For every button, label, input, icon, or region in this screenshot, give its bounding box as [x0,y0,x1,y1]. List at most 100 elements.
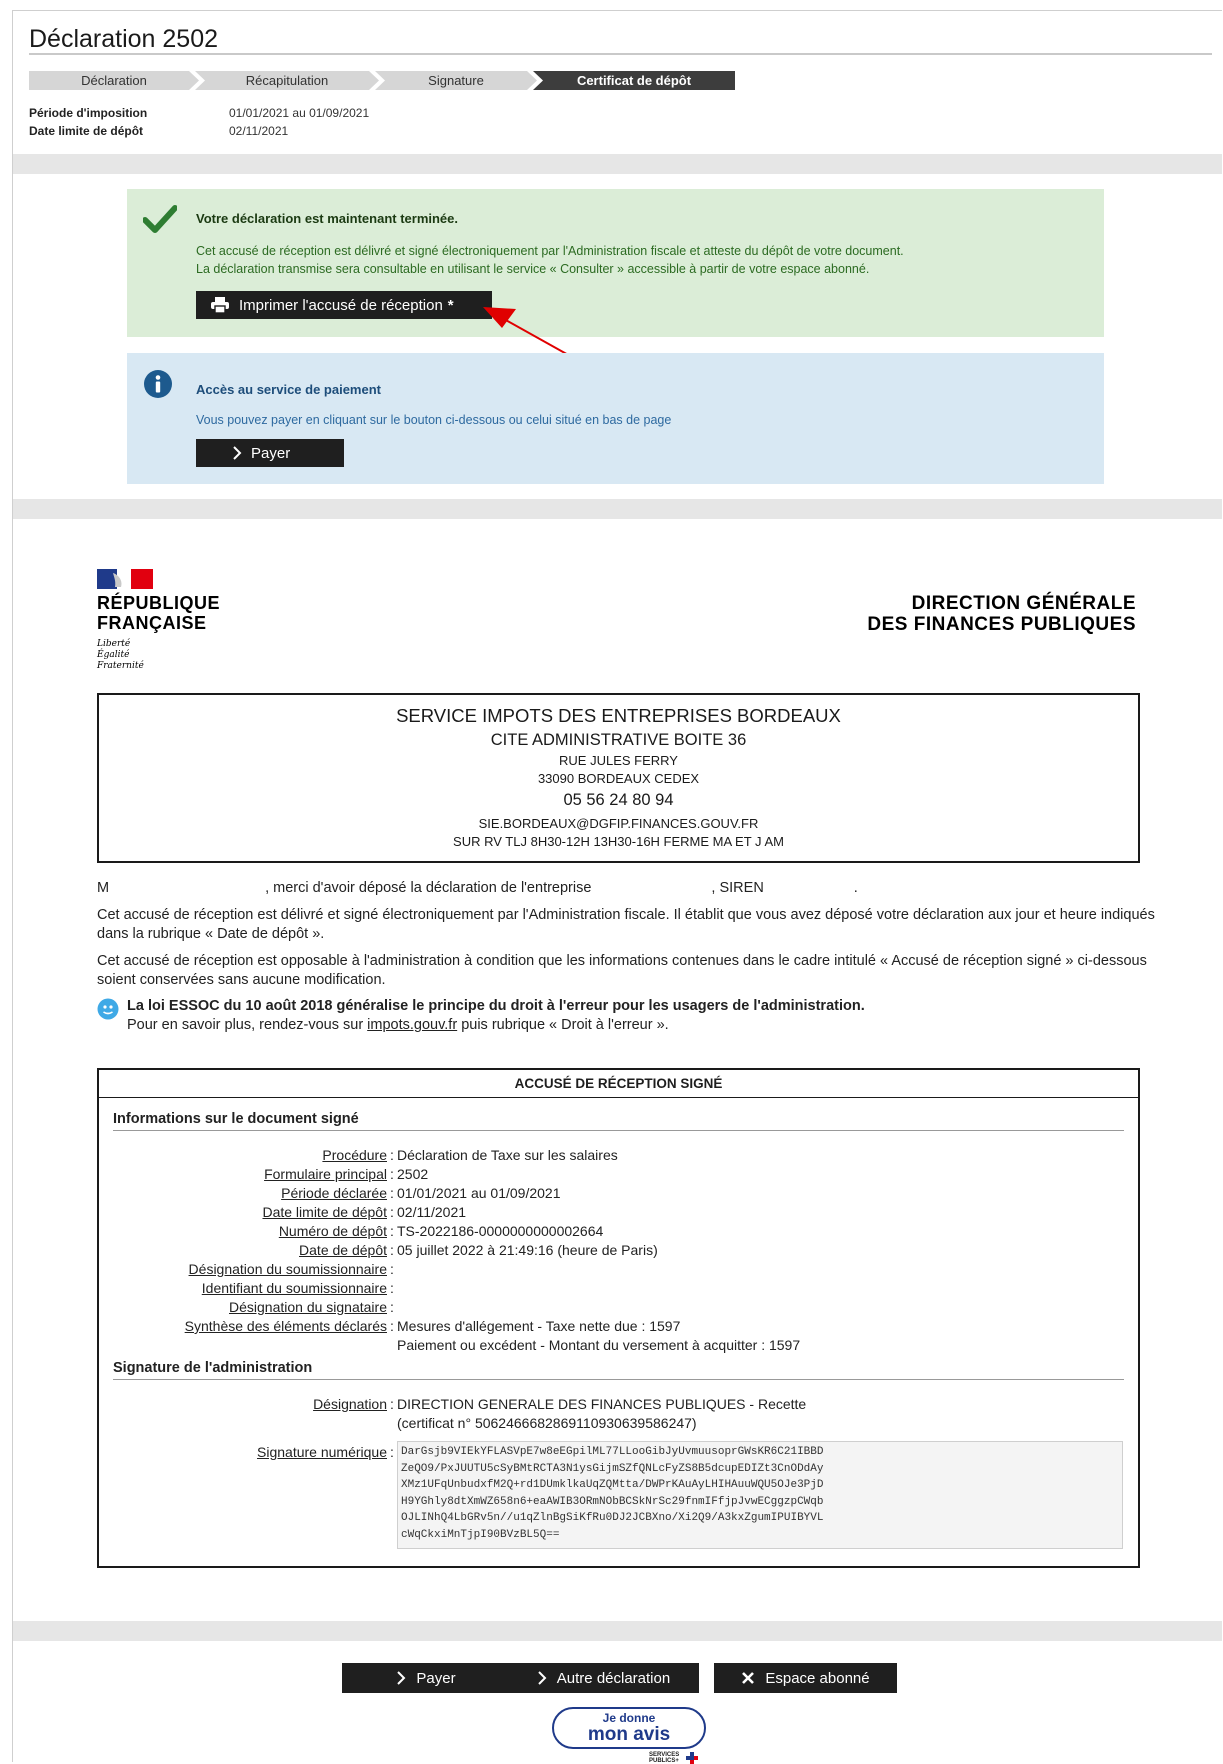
row-numero-depot: Numéro de dépôt: TS-2022186-0000000000002… [99,1222,1138,1241]
value-certificat: (certificat n° 5062466682869110930639586… [397,1415,697,1431]
step-declaration: Déclaration [29,71,199,90]
logo-motto: Liberté Égalité Fraternité [97,639,144,672]
separator-band-3 [13,1621,1222,1641]
feedback-button[interactable]: Je donne mon avis [552,1707,706,1749]
subscriber-space-label: Espace abonné [765,1669,870,1687]
service-hours: SUR RV TLJ 8H30-12H 13H30-16H FERME MA E… [453,834,784,849]
label-signature-numerique: Signature numérique [257,1444,387,1460]
digital-signature-field[interactable]: DarGsjb9VIEkYFLASVpE7w8eEGpilML77LLooGib… [397,1441,1123,1549]
payment-heading: Accès au service de paiement [196,382,381,397]
periode-value: 01/01/2021 au 01/09/2021 [229,106,370,120]
value-numero-depot: TS-2022186-0000000000002664 [397,1223,604,1239]
print-receipt-button[interactable]: Imprimer l'accusé de réception * [196,291,492,319]
payment-text: Vous pouvez payer en cliquant sur le bou… [196,413,672,427]
section-signature-rule [113,1379,1124,1380]
section-signature-title: Signature de l'administration [113,1360,313,1376]
value-date-limite: 02/11/2021 [397,1204,467,1220]
close-icon [742,1672,755,1684]
other-declaration-button[interactable]: Autre déclaration [508,1663,699,1693]
label-designation-soumissionnaire: Désignation du soumissionnaire [188,1261,387,1277]
pay-button-top[interactable]: Payer [196,439,344,467]
row-periode: Période déclarée:01/01/2021 au 01/09/202… [99,1184,1138,1203]
value-date-depot: 05 juillet 2022 à 21:49:16 (heure de Par… [397,1242,658,1258]
info-icon [143,369,173,404]
payment-info-box: Accès au service de paiement Vous pouvez… [127,353,1104,484]
value-synthese: Mesures d'allégement - Taxe nette due : … [397,1318,681,1334]
essoc-icon [97,998,119,1025]
row-procedure: Procédure: Déclaration de Taxe sur les sa… [99,1146,1138,1165]
pay-button-bottom[interactable]: Payer [342,1663,510,1693]
service-email: SIE.BORDEAUX@DGFIP.FINANCES.GOUV.FR [478,816,759,831]
label-periode: Période déclarée [281,1185,387,1201]
signature-line: OJLINhQ4LbGRv5n//u1qZlnBgSiKfRu0DJ2JCBXn… [401,1512,824,1524]
label-designation: Désignation [313,1396,387,1412]
service-address-box: SERVICE IMPOTS DES ENTREPRISES BORDEAUX … [97,693,1140,863]
row-synthese: Synthèse des éléments déclarés: Mesures d… [99,1317,1138,1336]
subscriber-space-button[interactable]: Espace abonné [714,1663,897,1693]
thanks-siren: , SIREN [711,880,764,896]
essoc-text-post: puis rubrique « Droit à l'erreur ». [457,1017,669,1033]
label-formulaire: Formulaire principal [264,1166,387,1182]
signature-line: XMz1UFqUnbudxfM2Q+rd1DUmklkaUqZQMtta/DWP… [401,1479,824,1491]
other-declaration-label: Autre déclaration [556,1669,671,1687]
service-name: SERVICE IMPOTS DES ENTREPRISES BORDEAUX [396,705,841,726]
marianne-flag-icon [97,569,153,589]
row-designation: Désignation: DIRECTION GENERALE DES FINAN… [99,1395,1138,1414]
signature-line: DarGsjb9VIEkYFLASVpE7w8eEGpilML77LLooGib… [401,1446,824,1458]
section-document-rule [113,1130,1124,1131]
signature-line: ZeQO9/PxJUUTU5cSyBMtRCTA3N1ysGijmSZfQNLc… [401,1462,824,1475]
step-certificat: Certificat de dépôt [533,71,735,90]
essoc-text: Pour en savoir plus, rendez-vous sur imp… [127,1016,1187,1035]
service-street: RUE JULES FERRY [559,753,678,768]
separator-band-2 [13,499,1222,519]
checkmark-icon [142,205,178,238]
label-identifiant-soumissionnaire: Identifiant du soumissionnaire [201,1280,387,1296]
service-city: 33090 BORDEAUX CEDEX [537,771,700,786]
feedback-line-2: mon avis [587,1724,671,1745]
label-numero-depot: Numéro de dépôt [278,1223,387,1239]
logo-republique: RÉPUBLIQUE [97,593,221,613]
row-synthese-2: Paiement ou excédent - Montant du versem… [99,1336,1138,1355]
declaration-meta: Période d'imposition 01/01/2021 au 01/09… [29,104,369,140]
row-certificat: (certificat n° 5062466682869110930639586… [99,1414,1138,1433]
row-date-limite: Date limite de dépôt:02/11/2021 [99,1203,1138,1222]
value-designation: DIRECTION GENERALE DES FINANCES PUBLIQUE… [397,1396,807,1412]
thanks-title: M [97,880,110,896]
separator-band [13,154,1222,174]
signed-receipt-box: ACCUSÉ DE RÉCEPTION SIGNÉ Informations s… [97,1068,1140,1568]
sp-line-2: PUBLICS+ [649,1758,679,1764]
paragraph-2: Cet accusé de réception est opposable à … [97,953,1147,988]
label-synthese: Synthèse des éléments déclarés [184,1318,387,1334]
title-divider [29,53,1212,55]
row-formulaire: Formulaire principal:2502 [99,1165,1138,1184]
services-publics-logo: SERVICES PUBLICS+ [649,1752,679,1764]
success-text: Cet accusé de réception est délivré et s… [196,242,904,278]
chevron-right-icon [397,1671,406,1685]
date-limite-label: Date limite de dépôt [29,124,144,138]
row-date-depot: Date de dépôt:05 juillet 2022 à 21:49:16… [99,1241,1138,1260]
periode-label: Période d'imposition [29,106,148,120]
dgfip-line-1: DIRECTION GÉNÉRALE [911,593,1136,614]
impots-gouv-link[interactable]: impots.gouv.fr [367,1017,457,1033]
value-periode: 01/01/2021 au 01/09/2021 [397,1185,561,1201]
date-limite-value: 02/11/2021 [229,124,289,138]
page: Déclaration 2502 Déclaration Récapitulat… [12,10,1222,1764]
label-date-depot: Date de dépôt [299,1242,387,1258]
step-signature: Signature [375,71,537,90]
thanks-line: M , merci d'avoir déposé la déclaration d… [97,879,1157,898]
value-procedure: Déclaration de Taxe sur les salaires [397,1147,618,1163]
signature-line: cWqCkxiMnTjpI90BVzBL5Q== [401,1528,560,1541]
value-synthese-line-2: Paiement ou excédent - Montant du versem… [397,1337,801,1353]
row-designation-soumissionnaire: Désignation du soumissionnaire: [99,1260,1138,1279]
dgfip-line-2: DES FINANCES PUBLIQUES [867,614,1136,635]
pay-button-bottom-label: Payer [416,1669,456,1687]
success-line-1: Cet accusé de réception est délivré et s… [196,244,904,258]
progress-steps: Déclaration Récapitulation Signature Cer… [29,71,735,90]
thanks-end: . [853,880,858,896]
print-receipt-label: Imprimer l'accusé de réception [239,296,443,314]
section-document-title: Informations sur le document signé [113,1111,359,1127]
motto-egalite: Égalité [97,650,130,660]
republique-francaise-logo: RÉPUBLIQUE FRANÇAISE [97,593,220,633]
service-cite: CITE ADMINISTRATIVE BOITE 36 [490,731,747,749]
dgfip-heading: DIRECTION GÉNÉRALE DES FINANCES PUBLIQUE… [867,593,1136,635]
